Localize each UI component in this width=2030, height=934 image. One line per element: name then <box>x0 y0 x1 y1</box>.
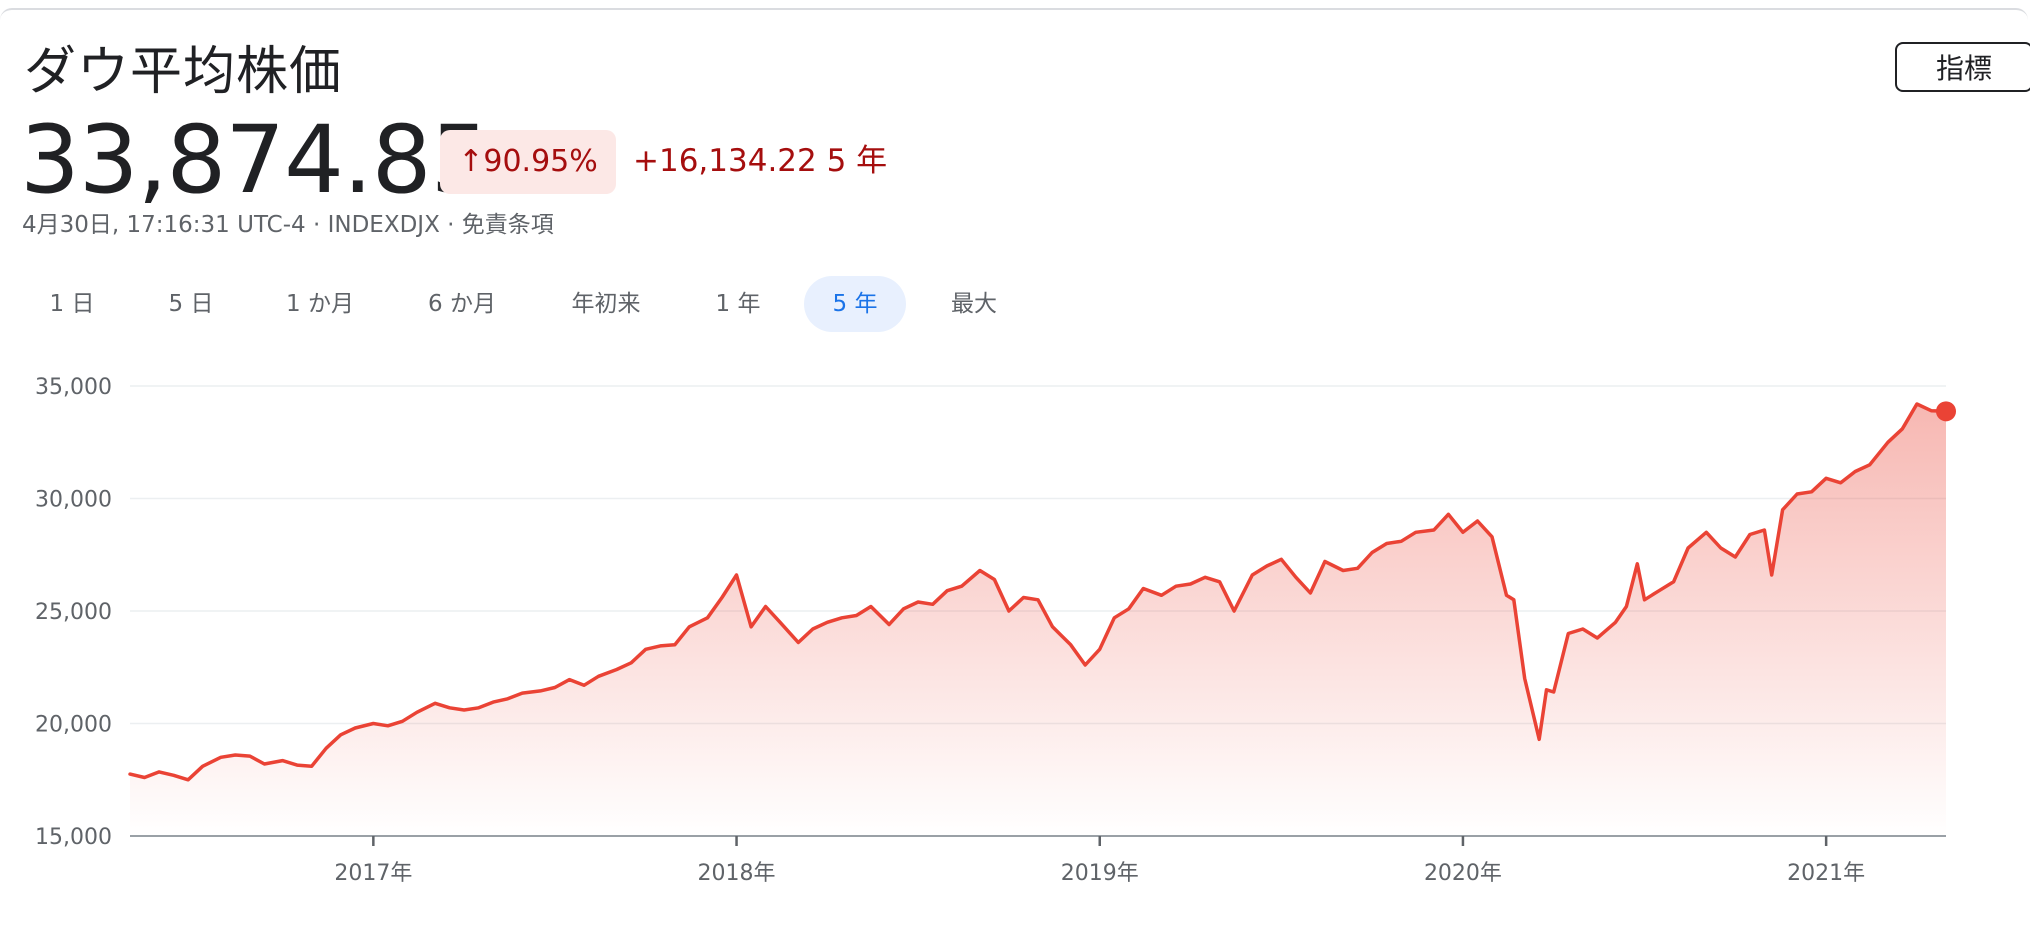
page-title: ダウ平均株価 <box>24 42 343 102</box>
y-tick-label: 20,000 <box>35 713 112 738</box>
last-point-marker <box>1936 401 1956 422</box>
current-price: 33,874.85 <box>20 106 490 215</box>
x-tick-label: 2020年 <box>1424 861 1502 886</box>
x-tick-label: 2017年 <box>334 861 412 886</box>
y-tick-label: 15,000 <box>35 825 112 850</box>
quote-meta: 4月30日, 17:16:31 UTC-4 · INDEXDJX · 免責条項 <box>22 212 554 238</box>
range-tab-6m[interactable]: 6 か月 <box>402 276 522 332</box>
range-tab-1d[interactable]: 1 日 <box>22 276 122 332</box>
price-chart[interactable]: 15,000 20,000 25,000 30,000 35,000 2017年 2018年… <box>0 350 2030 890</box>
y-tick-label: 30,000 <box>35 488 112 513</box>
range-tab-max[interactable]: 最大 <box>924 276 1024 332</box>
range-tab-5d[interactable]: 5 日 <box>138 276 244 332</box>
range-tab-ytd[interactable]: 年初来 <box>546 276 666 332</box>
range-tab-5y[interactable]: 5 年 <box>804 276 906 332</box>
y-tick-label: 35,000 <box>35 375 112 400</box>
change-absolute: +16,134.22 5 年 <box>633 143 888 179</box>
x-tick-label: 2021年 <box>1787 861 1865 886</box>
y-tick-label: 25,000 <box>35 600 112 625</box>
indicators-button[interactable]: 指標 <box>1895 42 2030 92</box>
series-area <box>130 404 1946 836</box>
x-tick-label: 2019年 <box>1061 861 1139 886</box>
change-percent-badge: ↑90.95% <box>440 130 616 194</box>
range-tab-1m[interactable]: 1 か月 <box>260 276 380 332</box>
x-tick-label: 2018年 <box>698 861 776 886</box>
range-tab-1y[interactable]: 1 年 <box>688 276 788 332</box>
